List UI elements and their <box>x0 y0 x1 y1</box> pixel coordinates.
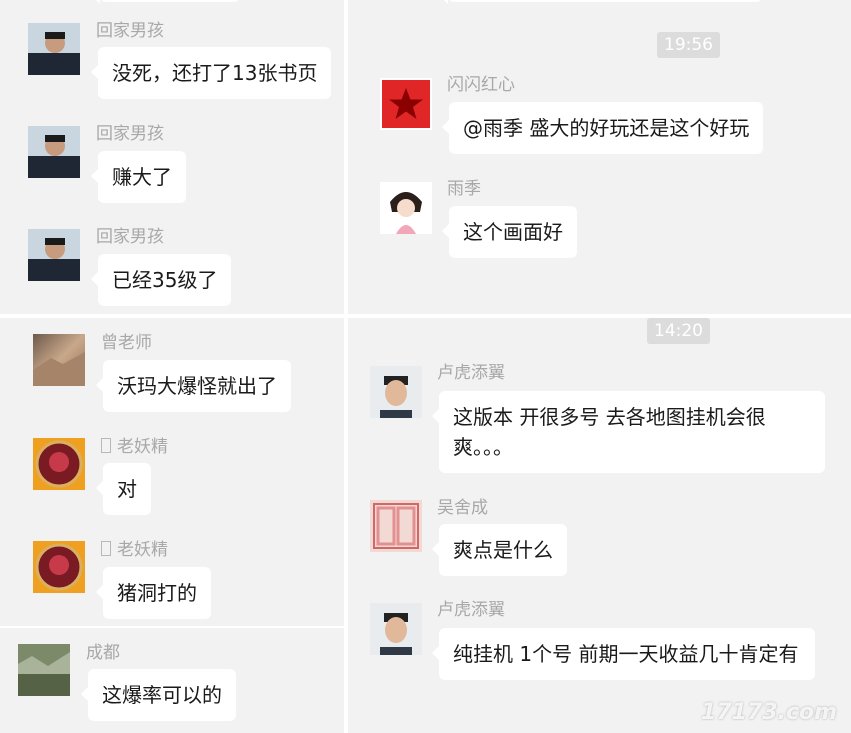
sender-avatar[interactable] <box>370 603 422 655</box>
right-chat-panel: 19:56 闪闪红心 @雨季 盛大的好玩还是这个好玩 雨季 这个画面好 <box>348 0 851 314</box>
message-bubble[interactable]: 对 <box>96 463 151 515</box>
sender-name: 雨季 <box>447 179 481 199</box>
message-bubble[interactable]: 已经35级了 <box>90 254 232 306</box>
sender-name: 老妖精 <box>101 535 168 560</box>
sender-name: 回家男孩 <box>96 21 164 41</box>
sender-avatar[interactable] <box>33 334 85 386</box>
right-chat-panel-2: 14:20 卢虎添翼 这版本 开很多号 去各地图挂机会很爽。。。 吴舍成 爽点是… <box>348 318 851 733</box>
sender-avatar[interactable] <box>28 23 80 75</box>
sender-name: 回家男孩 <box>96 227 164 247</box>
sender-avatar[interactable] <box>28 229 80 281</box>
left-chat-panel-3: 成都 这爆率可以的 <box>0 628 344 733</box>
partial-bubble-top <box>441 0 762 4</box>
left-chat-panel: 回家男孩 没死，还打了13张书页 回家男孩 赚大了 回家男孩 已经35级了 <box>0 0 344 314</box>
message-bubble[interactable]: 没死，还打了13张书页 <box>90 47 332 99</box>
sender-name-text: 老妖精 <box>117 540 168 560</box>
message-bubble[interactable]: 沃玛大爆怪就出了 <box>96 360 291 412</box>
sender-name: 回家男孩 <box>96 124 164 144</box>
sender-name: 曾老师 <box>101 333 152 353</box>
message-bubble[interactable]: 这爆率可以的 <box>81 669 236 721</box>
sender-name: 吴舍成 <box>437 498 488 518</box>
name-prefix-icon <box>101 541 111 556</box>
sender-avatar[interactable] <box>380 78 432 130</box>
sender-avatar[interactable] <box>370 500 422 552</box>
sender-avatar[interactable] <box>33 438 85 490</box>
timestamp: 19:56 <box>657 32 720 58</box>
sender-name: 老妖精 <box>101 432 168 457</box>
sender-name: 成都 <box>86 643 120 663</box>
left-chat-panel-2: 曾老师 沃玛大爆怪就出了 老妖精 对 老妖精 猪洞打的 <box>0 318 344 626</box>
sender-name: 闪闪红心 <box>447 75 515 95</box>
sender-avatar[interactable] <box>33 541 85 593</box>
message-bubble[interactable]: @雨季 盛大的好玩还是这个好玩 <box>441 102 764 154</box>
message-bubble[interactable]: 赚大了 <box>91 151 186 203</box>
site-watermark: 17173.com <box>701 700 837 725</box>
name-prefix-icon <box>101 438 111 453</box>
message-bubble[interactable]: 爽点是什么 <box>432 524 567 576</box>
sender-avatar[interactable] <box>18 644 70 696</box>
sender-avatar[interactable] <box>370 366 422 418</box>
message-bubble[interactable]: 这版本 开很多号 去各地图挂机会很爽。。。 <box>432 391 825 473</box>
sender-name: 卢虎添翼 <box>437 363 505 383</box>
sender-avatar[interactable] <box>380 182 432 234</box>
message-bubble[interactable]: 纯挂机 1个号 前期一天收益几十肯定有 <box>432 628 815 680</box>
message-bubble[interactable]: 这个画面好 <box>442 206 577 258</box>
sender-name-text: 老妖精 <box>117 437 168 457</box>
partial-bubble-top <box>93 0 240 4</box>
sender-name: 卢虎添翼 <box>437 600 505 620</box>
sender-avatar[interactable] <box>28 126 80 178</box>
timestamp: 14:20 <box>647 318 710 344</box>
message-bubble[interactable]: 猪洞打的 <box>96 567 211 619</box>
